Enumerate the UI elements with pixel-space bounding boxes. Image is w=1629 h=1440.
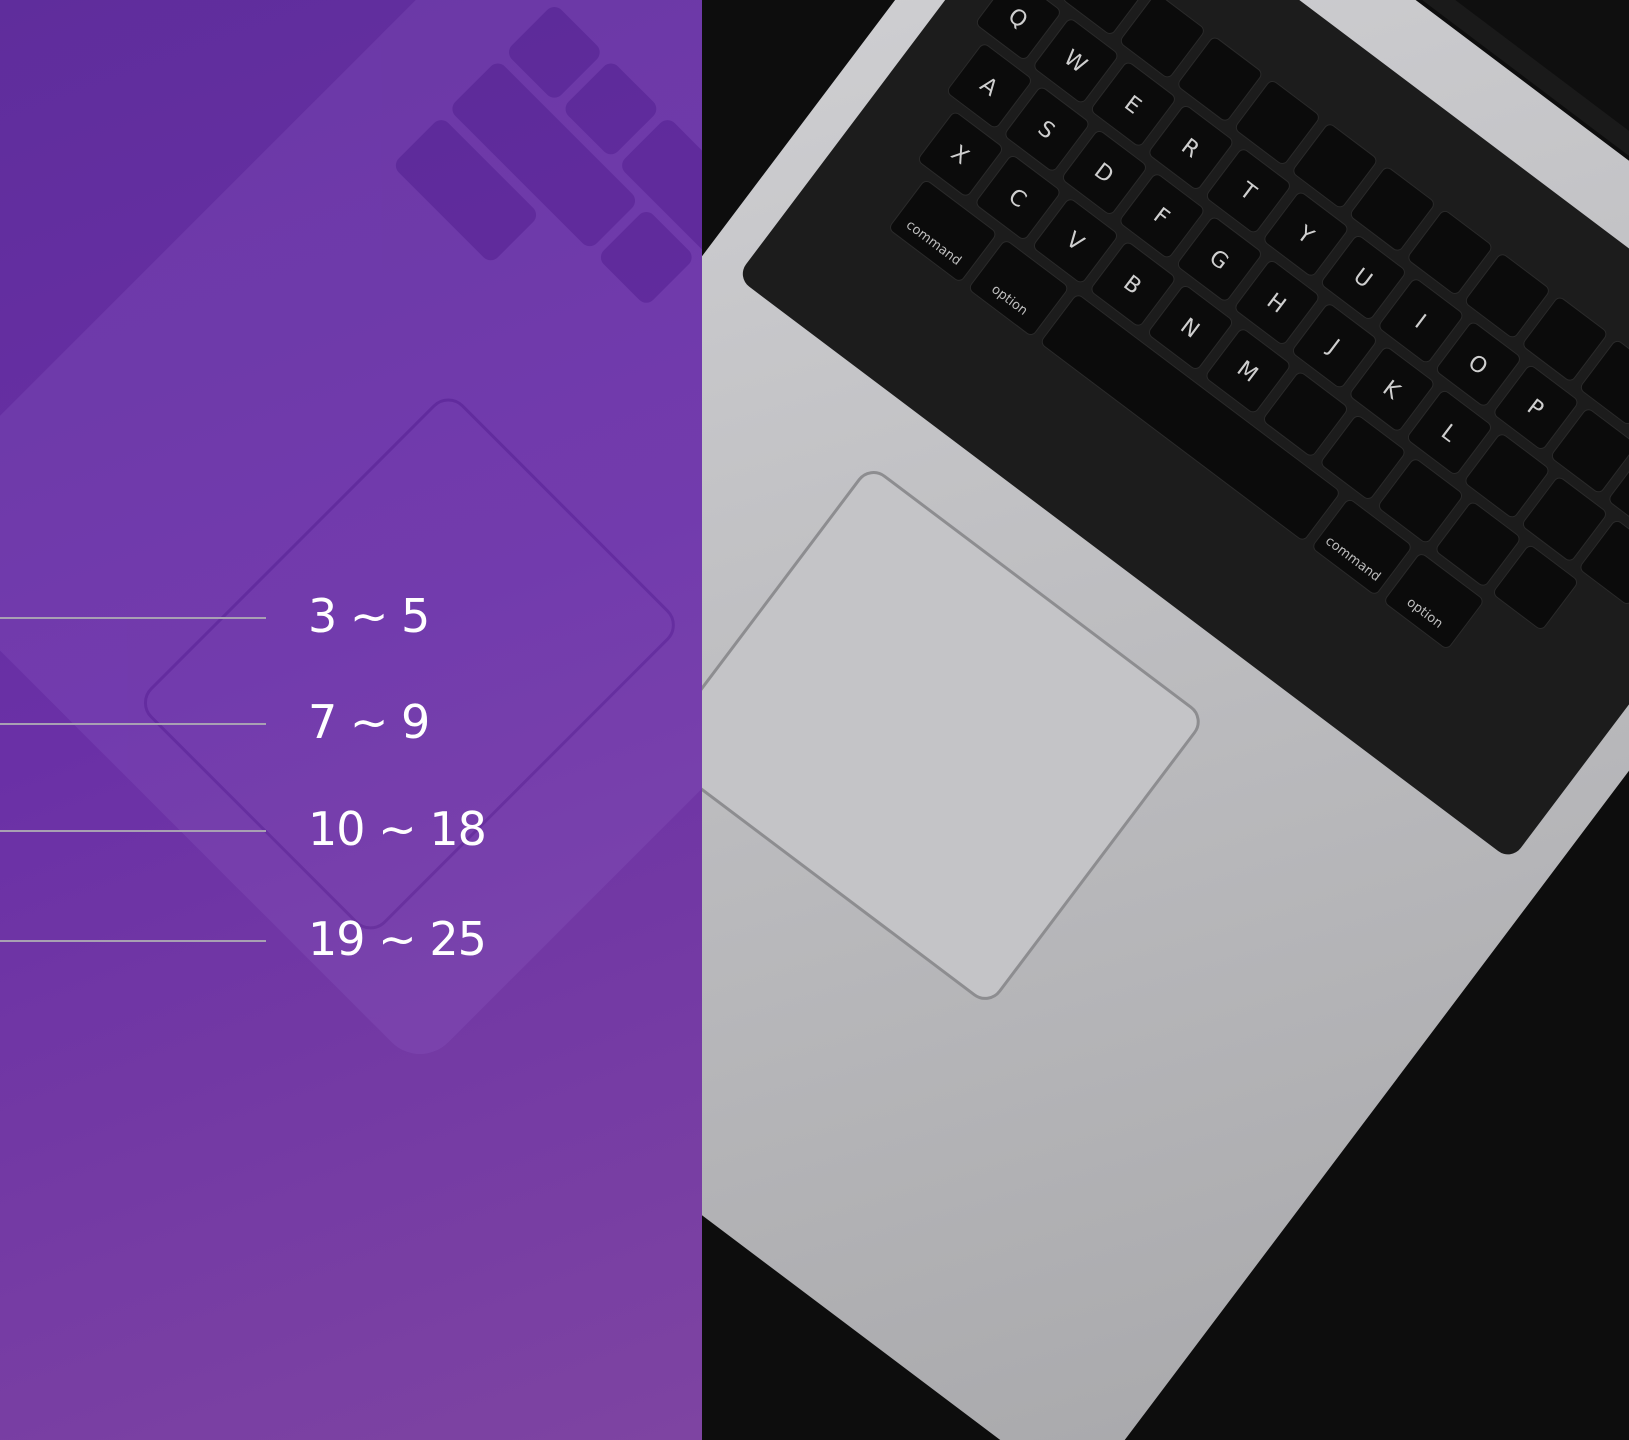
toc-divider-line (0, 830, 266, 832)
laptop-keyboard-illustration: QWERTYUIOPASDFGHJKLXCVBNMcommandoptionco… (702, 0, 1629, 1440)
toc-entry: 3 ~ 5 (0, 577, 660, 657)
toc-divider-line (0, 940, 266, 942)
slide-page: 3 ~ 5 7 ~ 9 10 ~ 18 19 ~ 25 Q W E R T Y … (0, 0, 1629, 1440)
toc-divider-line (0, 723, 266, 725)
table-of-contents-panel: 3 ~ 5 7 ~ 9 10 ~ 18 19 ~ 25 (0, 0, 702, 1440)
toc-divider-line (0, 617, 266, 619)
toc-page-range: 7 ~ 9 (308, 695, 430, 749)
toc-page-range: 3 ~ 5 (308, 589, 430, 643)
laptop-photo: Q W E R T Y U I O P A S D F G H J K L X C V B N Mcommand option co… (702, 0, 1629, 1440)
toc-entry: 19 ~ 25 (0, 900, 660, 980)
toc-page-range: 10 ~ 18 (308, 802, 487, 856)
toc-page-range: 19 ~ 25 (308, 912, 487, 966)
toc-entry: 7 ~ 9 (0, 683, 660, 763)
toc-entry: 10 ~ 18 (0, 790, 660, 870)
